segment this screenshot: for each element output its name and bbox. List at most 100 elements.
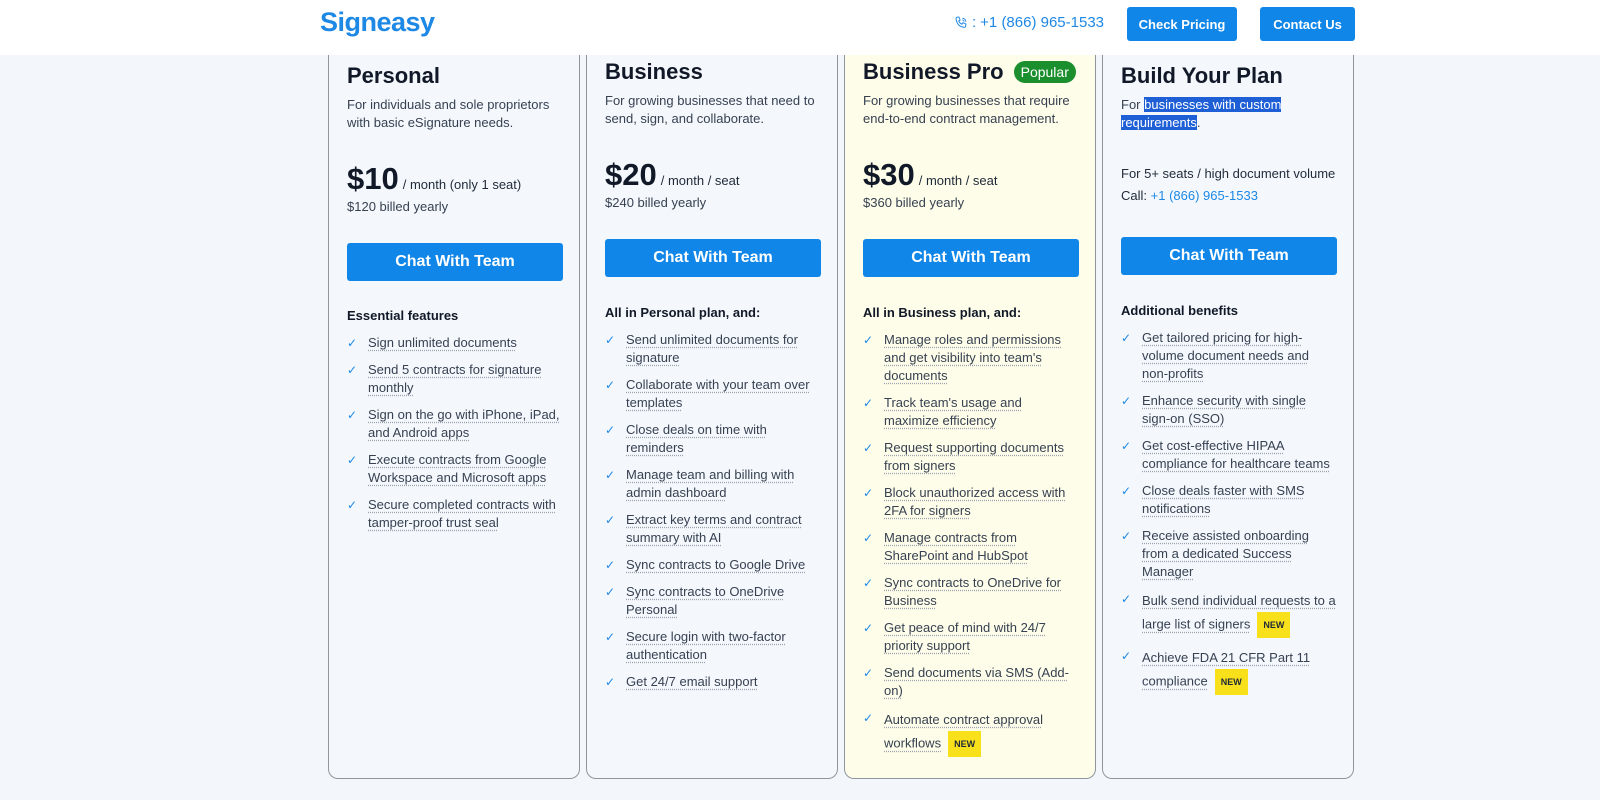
chat-with-team-button[interactable]: Chat With Team <box>863 239 1079 277</box>
check-icon: ✓ <box>863 711 874 725</box>
check-icon: ✓ <box>863 621 874 635</box>
check-icon: ✓ <box>605 513 616 527</box>
plan-card-business-pro: Business Pro Popular For growing busines… <box>844 45 1096 779</box>
feature-list: ✓ Send unlimited documents for signature … <box>605 331 821 691</box>
plan-name: Business Pro <box>863 59 1004 84</box>
check-icon: ✓ <box>1121 592 1132 606</box>
feature-item: ✓ Enhance security with single sign-on (S… <box>1121 393 1307 426</box>
call-phone-link[interactable]: +1 (866) 965-1533 <box>1151 188 1258 203</box>
plan-name: Personal <box>347 63 440 88</box>
phone-icon <box>955 15 967 28</box>
feature-item: ✓ Sync contracts to OneDrive Personal <box>605 584 785 617</box>
check-icon: ✓ <box>1121 439 1132 453</box>
check-icon: ✓ <box>347 498 358 512</box>
check-icon: ✓ <box>605 378 616 392</box>
seats-info: For 5+ seats / high document volume <box>1121 166 1336 181</box>
header-phone-link[interactable]: : +1 (866) 965-1533 <box>954 14 1104 31</box>
feature-item: ✓ Secure completed contracts with tamper-… <box>347 497 556 530</box>
check-icon: ✓ <box>605 585 616 599</box>
check-pricing-button[interactable]: Check Pricing <box>1127 7 1237 41</box>
signeasy-logo[interactable]: Signeasy <box>320 7 435 38</box>
plan-card-build-your-plan: Build Your Plan For businesses with cust… <box>1102 45 1354 779</box>
check-icon: ✓ <box>605 630 616 644</box>
plan-price: $10 <box>347 161 399 196</box>
call-line: Call: +1 (866) 965-1533 <box>1121 188 1337 203</box>
feature-item: ✓ Automate contract approval workflows NEW <box>863 709 1079 757</box>
features-heading: All in Business plan, and: <box>863 305 1022 320</box>
feature-list: ✓ Get tailored pricing for high-volume do… <box>1121 329 1337 695</box>
plan-description: For businesses with custom requirements. <box>1121 97 1282 130</box>
feature-item: ✓ Get cost-effective HIPAA compliance for… <box>1121 438 1330 471</box>
price-unit: / month / seat <box>660 173 740 188</box>
phone-prefix: : <box>972 14 977 31</box>
header-phone-number: +1 (866) 965-1533 <box>980 14 1105 31</box>
new-badge: NEW <box>1257 612 1291 638</box>
check-icon: ✓ <box>863 576 874 590</box>
plan-card-personal: Personal For individuals and sole propri… <box>328 45 580 779</box>
features-heading: Additional benefits <box>1121 303 1238 318</box>
feature-item: ✓ Sync contracts to OneDrive for Business <box>863 575 1062 608</box>
feature-list: ✓ Manage roles and permissions and get vi… <box>863 331 1079 757</box>
call-label: Call: <box>1121 188 1148 203</box>
check-icon: ✓ <box>605 675 616 689</box>
feature-item: ✓ Block unauthorized access with 2FA for … <box>863 485 1066 518</box>
site-header: Signeasy : +1 (866) 965-1533 Check Prici… <box>0 0 1600 55</box>
check-icon: ✓ <box>1121 394 1132 408</box>
feature-item: ✓ Get 24/7 email support <box>605 674 758 689</box>
check-icon: ✓ <box>863 486 874 500</box>
plan-price: $20 <box>605 157 657 192</box>
check-icon: ✓ <box>863 531 874 545</box>
price-unit: / month (only 1 seat) <box>402 177 522 192</box>
feature-item: ✓ Send unlimited documents for signature <box>605 332 798 365</box>
new-badge: NEW <box>948 731 982 757</box>
new-badge: NEW <box>1214 669 1248 695</box>
plan-description: For growing businesses that require end-… <box>863 93 1070 126</box>
feature-item: ✓ Execute contracts from Google Workspace… <box>347 452 547 485</box>
feature-item: ✓ Track team's usage and maximize efficie… <box>863 395 1022 428</box>
check-icon: ✓ <box>1121 649 1132 663</box>
plan-card-business: Business For growing businesses that nee… <box>586 45 838 779</box>
check-icon: ✓ <box>347 363 358 377</box>
feature-item: ✓ Close deals on time with reminders <box>605 422 767 455</box>
feature-item: ✓ Get tailored pricing for high-volume do… <box>1121 330 1309 381</box>
check-icon: ✓ <box>1121 529 1132 543</box>
check-icon: ✓ <box>863 441 874 455</box>
check-icon: ✓ <box>347 453 358 467</box>
plan-description: For growing businesses that need to send… <box>605 93 815 126</box>
check-icon: ✓ <box>1121 484 1132 498</box>
check-icon: ✓ <box>863 666 874 680</box>
feature-item: ✓ Get peace of mind with 24/7 priority su… <box>863 620 1046 653</box>
feature-item: ✓ Close deals faster with SMS notificatio… <box>1121 483 1305 516</box>
plan-name: Build Your Plan <box>1121 63 1283 88</box>
chat-with-team-button[interactable]: Chat With Team <box>605 239 821 277</box>
check-icon: ✓ <box>347 336 358 350</box>
feature-item: ✓ Sign on the go with iPhone, iPad, and A… <box>347 407 560 440</box>
feature-item: ✓ Achieve FDA 21 CFR Part 11 compliance NE… <box>1121 647 1337 695</box>
check-icon: ✓ <box>605 468 616 482</box>
feature-item: ✓ Collaborate with your team over templat… <box>605 377 810 410</box>
feature-item: ✓ Send documents via SMS (Add-on) <box>863 665 1069 698</box>
feature-item: ✓ Secure login with two-factor authentica… <box>605 629 786 662</box>
features-heading: All in Personal plan, and: <box>605 305 761 320</box>
feature-list: ✓ Sign unlimited documents ✓ Send 5 contra… <box>347 334 563 532</box>
feature-item: ✓ Extract key terms and contract summary … <box>605 512 802 545</box>
feature-item: ✓ Manage team and billing with admin dash… <box>605 467 795 500</box>
check-icon: ✓ <box>605 423 616 437</box>
check-icon: ✓ <box>605 333 616 347</box>
chat-with-team-button[interactable]: Chat With Team <box>1121 237 1337 275</box>
check-icon: ✓ <box>863 396 874 410</box>
feature-item: ✓ Receive assisted onboarding from a dedi… <box>1121 528 1309 579</box>
billed-yearly: $120 billed yearly <box>347 199 449 214</box>
features-heading: Essential features <box>347 308 459 323</box>
billed-yearly: $240 billed yearly <box>605 195 707 210</box>
feature-item: ✓ Request supporting documents from signe… <box>863 440 1064 473</box>
check-icon: ✓ <box>863 333 874 347</box>
contact-us-button[interactable]: Contact Us <box>1260 7 1355 41</box>
plan-price: $30 <box>863 157 915 192</box>
feature-item: ✓ Send 5 contracts for signature monthly <box>347 362 542 395</box>
check-icon: ✓ <box>605 558 616 572</box>
chat-with-team-button[interactable]: Chat With Team <box>347 243 563 281</box>
price-unit: / month / seat <box>918 173 998 188</box>
feature-item: ✓ Sign unlimited documents <box>347 335 517 350</box>
plan-description: For individuals and sole proprietors wit… <box>347 97 550 130</box>
